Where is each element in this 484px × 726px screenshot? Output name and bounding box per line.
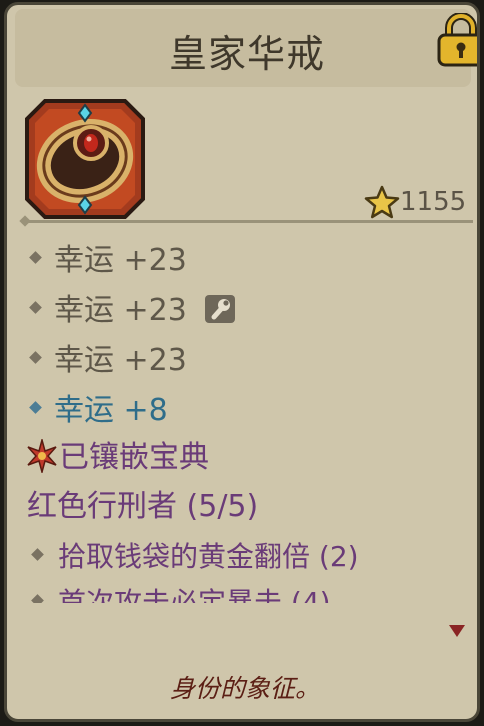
set-bonus-list[interactable]: 拾取钱袋的黄金翻倍 (2) 首次攻击必定暴击 (4) [7,533,477,603]
royal-ring-icon [25,99,145,219]
stat-line-2: 幸运 +23 [29,285,236,329]
divider [25,220,473,223]
item-price: 1155 [400,187,467,217]
stat-line-3: 幸运 +23 [29,335,187,379]
item-name: 皇家华戒 [168,32,325,76]
triangle-down-icon[interactable] [449,625,465,637]
set-bonus-1: 拾取钱袋的黄金翻倍 (2) [31,535,359,575]
item-tooltip-panel: 皇家华戒 1155 幸运 +23 幸运 +23 幸运 +23 幸运 +8 已镶嵌… [4,2,480,722]
stat-label: 幸运 +23 [54,343,187,378]
bullet-icon [31,547,44,561]
set-bonus-2: 首次攻击必定暴击 (4) [31,581,331,603]
set-name: 红色行刑者 (5/5) [27,489,259,524]
stat-label: 幸运 +23 [54,243,187,278]
wrench-icon[interactable] [204,294,236,324]
set-bonus-label: 首次攻击必定暴击 (4) [58,586,331,603]
stat-label: 幸运 +8 [54,393,168,428]
bullet-icon [29,351,42,364]
socket-line: 已镶嵌宝典 [25,432,209,476]
socket-label: 已镶嵌宝典 [59,440,209,475]
bullet-icon [29,301,42,314]
star-icon [364,185,400,219]
gem-star-icon [27,438,57,473]
set-bonus-label: 拾取钱袋的黄金翻倍 (2) [58,540,359,573]
stat-label: 幸运 +23 [54,293,187,328]
flavor-text: 身份的象征。 [169,674,320,703]
stat-line-4: 幸运 +8 [29,385,168,429]
bullet-icon [29,401,42,414]
bullet-icon [29,251,42,264]
stat-line-1: 幸运 +23 [29,235,187,279]
bullet-icon [31,593,44,603]
lock-icon[interactable] [435,13,480,67]
